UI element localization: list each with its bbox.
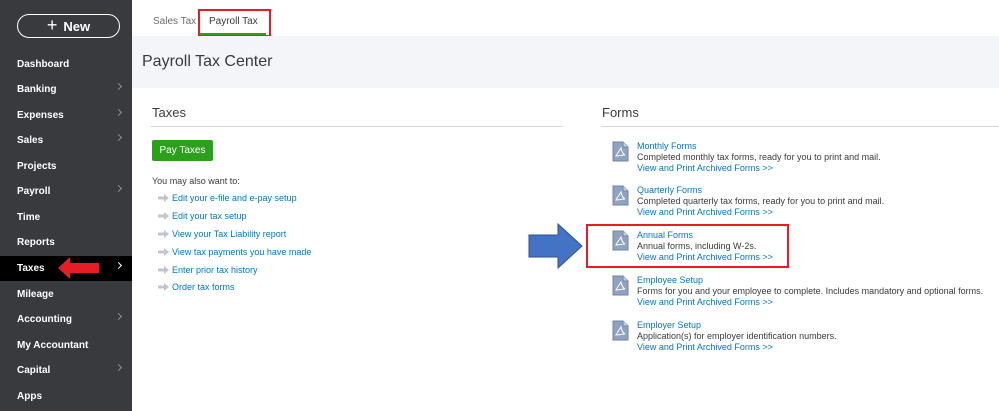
nav-label: Time xyxy=(17,212,41,223)
page-title: Payroll Tax Center xyxy=(142,53,273,70)
chevron-right-icon xyxy=(114,133,123,142)
nav-label: Reports xyxy=(17,237,55,248)
link-text: Edit your tax setup xyxy=(172,211,247,221)
nav-item-sales[interactable]: Sales xyxy=(0,128,132,153)
also-want-text: You may also want to: xyxy=(152,176,240,186)
link-text: Enter prior tax history xyxy=(172,265,258,275)
archived-forms-link[interactable]: View and Print Archived Forms >> xyxy=(637,163,773,173)
nav-item-reports[interactable]: Reports xyxy=(0,230,132,255)
left-nav: + New Dashboard Banking Expenses Sales P… xyxy=(0,0,132,411)
pay-taxes-button[interactable]: Pay Taxes xyxy=(152,140,213,161)
link-text: Order tax forms xyxy=(172,282,235,292)
nav-label: Banking xyxy=(17,84,57,95)
form-description: Completed quarterly tax forms, ready for… xyxy=(637,196,885,206)
tax-liability-report-link[interactable]: View your Tax Liability report xyxy=(158,229,286,239)
arrow-right-icon xyxy=(158,266,169,274)
chevron-right-icon xyxy=(114,108,123,117)
arrow-right-icon xyxy=(158,212,169,220)
link-text: View your Tax Liability report xyxy=(172,229,287,239)
pdf-document-icon xyxy=(612,141,629,162)
nav-item-expenses[interactable]: Expenses xyxy=(0,103,132,128)
annual-forms-highlight-box xyxy=(586,224,789,268)
chevron-right-icon xyxy=(114,82,123,91)
plus-icon: + xyxy=(46,15,58,35)
nav-label: Mileage xyxy=(17,289,54,300)
pdf-document-icon xyxy=(612,275,629,296)
chevron-right-icon xyxy=(114,184,123,193)
form-description: Forms for you and your employee to compl… xyxy=(637,286,984,296)
nav-item-payroll[interactable]: Payroll xyxy=(0,179,132,204)
quarterly-forms-link[interactable]: Quarterly Forms xyxy=(637,185,702,195)
link-text: View tax payments you have made xyxy=(172,247,312,257)
link-text: Edit your e-file and e-pay setup xyxy=(172,193,297,203)
employer-setup-link[interactable]: Employer Setup xyxy=(637,320,701,330)
monthly-forms-link[interactable]: Monthly Forms xyxy=(637,141,697,151)
arrow-right-icon xyxy=(158,248,169,256)
nav-label: Dashboard xyxy=(17,59,70,70)
nav-label: Payroll xyxy=(17,186,51,197)
nav-item-mileage[interactable]: Mileage xyxy=(0,282,132,307)
taxes-divider xyxy=(151,126,563,127)
form-description: Completed monthly tax forms, ready for y… xyxy=(637,152,881,162)
nav-label: My Accountant xyxy=(17,340,89,351)
nav-item-projects[interactable]: Projects xyxy=(0,154,132,179)
nav-item-accounting[interactable]: Accounting xyxy=(0,307,132,332)
chevron-right-icon xyxy=(114,363,123,372)
tax-payments-link[interactable]: View tax payments you have made xyxy=(158,247,311,257)
nav-item-capital[interactable]: Capital xyxy=(0,358,132,383)
pdf-document-icon xyxy=(612,320,629,341)
new-button[interactable]: + New xyxy=(17,14,120,38)
arrow-right-icon xyxy=(158,283,169,291)
nav-label: Apps xyxy=(17,391,42,402)
nav-label: Expenses xyxy=(17,110,64,121)
nav-item-dashboard[interactable]: Dashboard xyxy=(0,52,132,77)
arrow-right-icon xyxy=(158,230,169,238)
nav-label: Capital xyxy=(17,365,51,376)
nav-item-banking[interactable]: Banking xyxy=(0,77,132,102)
nav-label: Accounting xyxy=(17,314,72,325)
nav-label: Projects xyxy=(17,161,57,172)
forms-divider xyxy=(601,126,999,127)
archived-forms-link[interactable]: View and Print Archived Forms >> xyxy=(637,297,773,307)
archived-forms-link[interactable]: View and Print Archived Forms >> xyxy=(637,342,773,352)
taxes-heading: Taxes xyxy=(152,105,186,120)
archived-forms-link[interactable]: View and Print Archived Forms >> xyxy=(637,207,773,217)
new-button-label: New xyxy=(63,18,91,34)
forms-heading: Forms xyxy=(602,105,639,120)
chevron-right-icon xyxy=(114,312,123,321)
edit-tax-setup-link[interactable]: Edit your tax setup xyxy=(158,211,247,221)
chevron-right-icon xyxy=(114,261,123,270)
nav-label: Taxes xyxy=(17,263,45,274)
edit-efile-link[interactable]: Edit your e-file and e-pay setup xyxy=(158,193,297,203)
tab-sales-tax[interactable]: Sales Tax xyxy=(153,16,196,27)
nav-label: Sales xyxy=(17,135,44,146)
order-tax-forms-link[interactable]: Order tax forms xyxy=(158,282,235,292)
nav-item-time[interactable]: Time xyxy=(0,205,132,230)
red-arrow-annotation xyxy=(58,257,99,279)
nav-item-my-accountant[interactable]: My Accountant xyxy=(0,333,132,358)
blue-arrow-annotation xyxy=(528,222,583,270)
tab-highlight-box xyxy=(198,9,271,37)
arrow-right-icon xyxy=(158,194,169,202)
form-description: Application(s) for employer identificati… xyxy=(637,331,837,341)
employee-setup-link[interactable]: Employee Setup xyxy=(637,275,703,285)
pdf-document-icon xyxy=(612,185,629,206)
nav-item-apps[interactable]: Apps xyxy=(0,384,132,409)
prior-tax-history-link[interactable]: Enter prior tax history xyxy=(158,265,258,275)
